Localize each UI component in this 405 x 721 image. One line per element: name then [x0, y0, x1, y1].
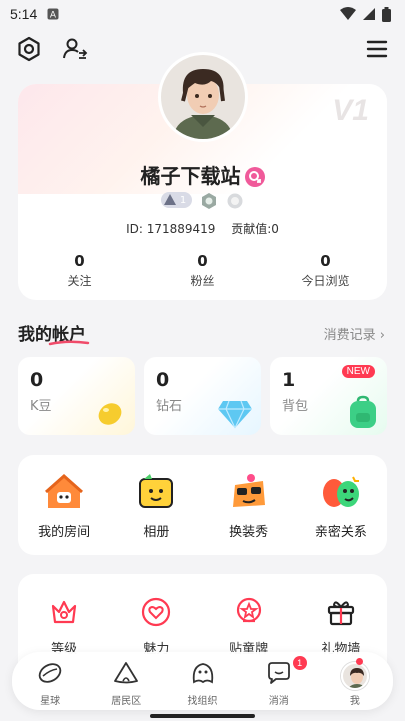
status-bar: 5:14 A — [0, 0, 405, 28]
backpack-card[interactable]: 1 背包 NEW — [270, 357, 387, 435]
stat-label: 粉丝 — [190, 274, 215, 288]
home-indicator — [150, 714, 255, 718]
crown-icon — [52, 600, 77, 624]
kbean-label: K豆 — [30, 399, 52, 414]
tab-messages[interactable]: 1 消消 — [241, 652, 317, 710]
contribution-value: 贡献值:0 — [231, 222, 279, 236]
tab-label: 居民区 — [111, 696, 142, 707]
new-badge: NEW — [341, 365, 375, 378]
profile-avatar[interactable] — [158, 52, 248, 142]
message-count-badge: 1 — [292, 656, 307, 670]
chat-icon — [267, 662, 290, 684]
planet-icon — [38, 663, 62, 683]
intimacy-icon — [322, 476, 359, 507]
backpack-value: 1 — [282, 369, 296, 391]
shield-badge-icon[interactable] — [226, 192, 244, 210]
feature-my-room[interactable]: 我的房间 — [18, 455, 110, 555]
id-line: ID: 171889419 贡献值:0 — [0, 220, 405, 237]
diamond-icon — [218, 400, 252, 429]
tab-me[interactable]: 我 — [317, 652, 393, 710]
stat-value: 0 — [320, 252, 331, 270]
female-gender-icon — [244, 166, 265, 187]
backpack-label: 背包 — [282, 399, 309, 414]
feature-label: 相册 — [143, 525, 170, 540]
level-number: 1 — [179, 194, 187, 206]
heart-icon — [142, 597, 171, 627]
profile-name: 橘子下载站 — [140, 164, 241, 188]
user-id[interactable]: ID: 171889419 — [126, 222, 215, 236]
diamond-card[interactable]: 0 钻石 — [144, 357, 261, 435]
stat-label: 今日浏览 — [301, 274, 350, 288]
tab-label: 我 — [349, 696, 360, 707]
feature-intimacy[interactable]: 亲密关系 — [295, 455, 387, 555]
tab-label: 消消 — [268, 696, 289, 707]
diamond-value: 0 — [156, 369, 170, 391]
dress-up-icon — [232, 474, 265, 507]
notification-icon: A — [47, 8, 59, 20]
account-section-title: 我的帐户 — [18, 320, 90, 346]
battery-icon — [382, 6, 391, 22]
stat-fans[interactable]: 0 粉丝 — [141, 252, 264, 289]
wifi-icon — [340, 7, 356, 20]
backpack-icon — [350, 395, 376, 428]
title-underline-decoration — [48, 340, 90, 346]
stat-label: 关注 — [67, 274, 92, 288]
residential-icon — [114, 662, 139, 684]
profile-stats: 0 关注 0 粉丝 0 今日浏览 — [18, 252, 387, 289]
tab-find-group[interactable]: 找组织 — [164, 652, 240, 710]
signal-icon — [363, 8, 375, 20]
features-panel: 我的房间 相册 换装秀 亲密关系 — [18, 455, 387, 555]
house-icon — [45, 473, 84, 508]
notification-dot — [356, 658, 364, 665]
settings-icon[interactable] — [16, 36, 42, 62]
tab-label: 星球 — [40, 696, 61, 707]
bottom-tab-bar: 星球 居民区 找组织 1 消消 我 — [12, 652, 393, 710]
my-avatar — [340, 662, 369, 690]
level-icon — [163, 194, 176, 205]
feature-dress-up[interactable]: 换装秀 — [203, 455, 295, 555]
diamond-label: 钻石 — [156, 399, 183, 414]
stat-following[interactable]: 0 关注 — [18, 252, 141, 289]
level-badge[interactable]: 1 — [160, 192, 193, 208]
feature-label: 我的房间 — [38, 525, 91, 540]
gift-icon — [327, 601, 354, 626]
group-icon — [192, 663, 213, 684]
status-time: 5:14 — [10, 6, 38, 22]
svg-text:A: A — [50, 11, 57, 21]
kbean-card[interactable]: 0 K豆 — [18, 357, 135, 435]
feature-album[interactable]: 相册 — [110, 455, 202, 555]
tab-label: 找组织 — [187, 696, 218, 707]
badges-row: 1 — [0, 192, 405, 210]
kbean-icon — [98, 403, 122, 425]
menu-icon[interactable] — [364, 36, 390, 62]
stat-value: 0 — [197, 252, 208, 270]
tab-planet[interactable]: 星球 — [12, 652, 88, 710]
vip-watermark: V1 — [332, 94, 369, 127]
feature-label: 换装秀 — [229, 525, 269, 540]
consumption-record-link[interactable]: 消费记录 › — [324, 324, 385, 343]
stat-today-views[interactable]: 0 今日浏览 — [264, 252, 387, 289]
feature-label: 亲密关系 — [314, 525, 367, 540]
medal-icon — [236, 597, 261, 623]
medal-badge-icon[interactable] — [200, 192, 218, 210]
switch-account-icon[interactable] — [62, 36, 88, 62]
album-icon — [139, 474, 174, 508]
kbean-value: 0 — [30, 369, 44, 391]
stat-value: 0 — [74, 252, 85, 270]
tab-residential[interactable]: 居民区 — [88, 652, 164, 710]
profile-name-row: 橘子下载站 — [0, 160, 405, 189]
